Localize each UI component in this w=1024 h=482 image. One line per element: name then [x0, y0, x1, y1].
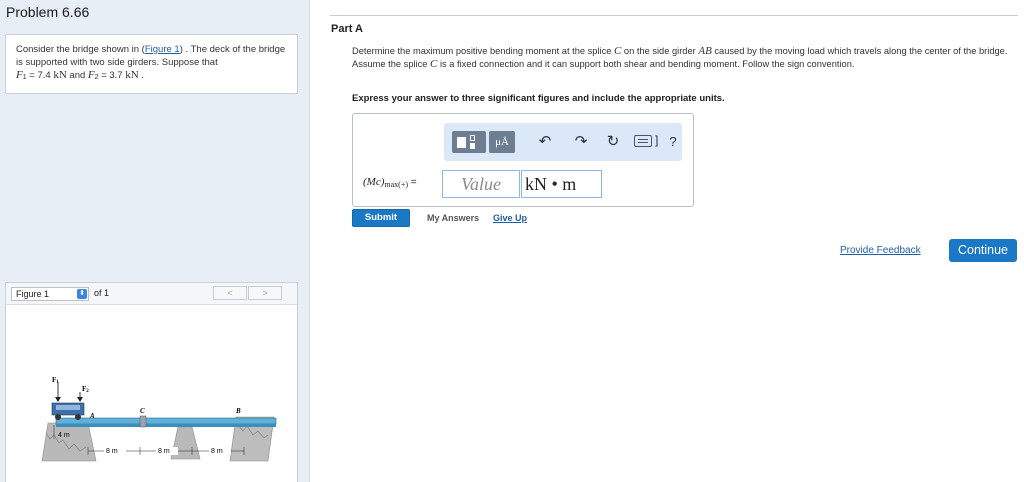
part-title: Part A	[331, 23, 363, 35]
fig-dim-8m-2: 8 m	[158, 448, 170, 455]
f2-symbol: F	[87, 69, 95, 81]
intro-end: .	[138, 70, 144, 81]
units-button[interactable]: μÅ	[489, 131, 515, 153]
template-block-icon	[457, 137, 466, 148]
top-divider	[330, 15, 1018, 16]
units-input[interactable]: kN • m	[521, 170, 602, 198]
undo-icon[interactable]: ↶	[536, 133, 554, 151]
figure-select[interactable]: Figure 1 ⬍	[11, 287, 89, 301]
answer-variable: (Mc)	[363, 176, 385, 188]
keyboard-shortcuts-bracket: ]	[655, 133, 659, 147]
select-arrow-icon: ⬍	[77, 289, 87, 299]
my-answers-link[interactable]: My Answers	[427, 213, 479, 223]
left-abutment	[41, 422, 97, 462]
answer-instruction: Express your answer to three significant…	[352, 93, 725, 104]
answer-box: μÅ ↶ ↷ ↻ ] ? (Mc)max(+) = kN • m	[352, 113, 694, 207]
and-text: and	[66, 70, 88, 81]
question-text-4: is a fixed connection and it can support…	[437, 58, 855, 69]
left-panel: Problem 6.66 Consider the bridge shown i…	[0, 0, 310, 482]
fig-label-f1: F1	[52, 376, 59, 385]
figure-panel: Figure 1 ⬍ of 1 < > F1 F2 A C B 4 m 8 m …	[5, 282, 298, 482]
f2-arrow-head	[77, 397, 83, 402]
fig-label-b: B	[235, 407, 241, 415]
template-top-icon	[470, 135, 475, 141]
f2-unit: kN	[125, 69, 139, 81]
f1-symbol: F	[16, 69, 23, 81]
fig-label-f2: F2	[82, 385, 89, 394]
figure-prev-button[interactable]: <	[213, 286, 247, 300]
vehicle-wheel-rear	[75, 414, 81, 420]
answer-equals: =	[408, 177, 417, 188]
question-text-2: on the side girder	[621, 46, 699, 56]
bridge-girder	[56, 424, 276, 427]
vehicle-wheel-front	[55, 414, 61, 420]
keyboard-icon[interactable]	[634, 135, 652, 147]
answer-variable-subscript: max(+)	[384, 180, 408, 189]
templates-button[interactable]	[452, 131, 486, 153]
bridge-deck	[55, 417, 277, 425]
problem-title: Problem 6.66	[6, 4, 90, 20]
question-text: Determine the maximum positive bending m…	[352, 45, 1016, 70]
submit-button[interactable]: Submit	[352, 209, 410, 227]
help-icon[interactable]: ?	[664, 133, 682, 151]
fig-label-c: C	[140, 407, 145, 415]
reset-icon[interactable]: ↻	[604, 133, 622, 151]
splice-c	[139, 415, 147, 428]
bridge-figure: F1 F2 A C B 4 m 8 m 8 m 8 m	[41, 376, 277, 462]
figure-select-value: Figure 1	[16, 289, 50, 299]
figure-count: of 1	[94, 288, 110, 298]
redo-icon[interactable]: ↷	[572, 133, 590, 151]
answer-variable-label: (Mc)max(+) =	[363, 174, 417, 189]
provide-feedback-link[interactable]: Provide Feedback	[840, 245, 921, 256]
continue-button[interactable]: Continue	[949, 239, 1017, 262]
fig-label-a: A	[89, 412, 95, 420]
figure-link[interactable]: Figure 1	[145, 44, 180, 55]
f1-arrow-head	[55, 397, 61, 402]
vehicle-window	[56, 405, 80, 410]
fig-dim-8m-1: 8 m	[106, 448, 118, 455]
f2-equals: = 3.7	[98, 70, 126, 81]
fig-dim-8m-3: 8 m	[211, 448, 223, 455]
intro-text-a: Consider the bridge shown in (	[16, 44, 145, 55]
question-text-1: Determine the maximum positive bending m…	[352, 46, 614, 56]
give-up-link[interactable]: Give Up	[493, 213, 527, 223]
template-bottom-icon	[470, 143, 475, 149]
problem-intro: Consider the bridge shown in (Figure 1) …	[5, 34, 298, 94]
value-input[interactable]	[442, 170, 520, 198]
f1-unit: kN	[53, 69, 67, 81]
question-symbol-ab: AB	[698, 45, 712, 57]
fig-dim-4m: 4 m	[58, 432, 70, 439]
math-toolbar: μÅ ↶ ↷ ↻ ] ?	[444, 123, 682, 161]
figure-header: Figure 1 ⬍ of 1 < >	[6, 283, 297, 305]
figure-next-button[interactable]: >	[248, 286, 282, 300]
f1-equals: = 7.4	[26, 70, 54, 81]
